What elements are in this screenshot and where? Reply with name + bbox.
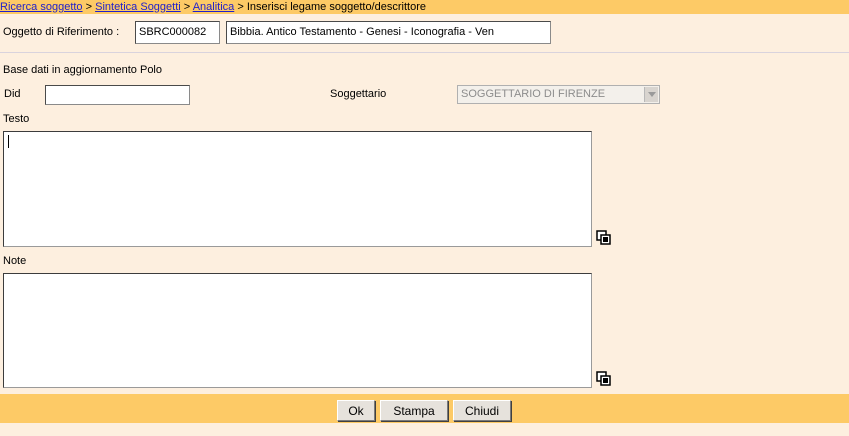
breadcrumb-link-sintetica-soggetti[interactable]: Sintetica Soggetti	[95, 1, 181, 13]
note-label: Note	[3, 255, 27, 267]
copy-icon[interactable]	[596, 371, 612, 387]
reference-label: Oggetto di Riferimento :	[3, 26, 120, 38]
chevron-down-icon[interactable]	[644, 87, 658, 102]
soggettario-select[interactable]: SOGGETTARIO DI FIRENZE	[457, 85, 660, 104]
did-label: Did	[4, 88, 21, 100]
testo-textarea[interactable]	[3, 131, 592, 247]
reference-row: Oggetto di Riferimento : SBRC000082 Bibb…	[0, 14, 849, 53]
did-input[interactable]	[45, 85, 190, 105]
reference-code-field[interactable]: SBRC000082	[135, 21, 220, 44]
breadcrumb-separator: >	[237, 1, 244, 13]
text-caret	[8, 135, 9, 148]
soggettario-select-value: SOGGETTARIO DI FIRENZE	[461, 88, 606, 100]
reference-description-field[interactable]: Bibbia. Antico Testamento - Genesi - Ico…	[226, 21, 551, 44]
stampa-button[interactable]: Stampa	[380, 400, 448, 421]
ok-button[interactable]: Ok	[337, 400, 375, 421]
soggettario-label: Soggettario	[330, 88, 387, 100]
breadcrumb-link-ricerca-soggetto[interactable]: Ricerca soggetto	[0, 1, 83, 13]
button-bar: Ok Stampa Chiudi	[0, 394, 849, 423]
chiudi-button[interactable]: Chiudi	[453, 400, 511, 421]
testo-label: Testo	[3, 113, 30, 125]
note-textarea[interactable]	[3, 273, 592, 388]
breadcrumb: Ricerca soggetto > Sintetica Soggetti > …	[0, 0, 849, 14]
breadcrumb-separator: >	[183, 1, 191, 13]
breadcrumb-current: Inserisci legame soggetto/descrittore	[246, 1, 426, 13]
copy-icon[interactable]	[596, 230, 612, 246]
breadcrumb-link-analitica[interactable]: Analitica	[193, 1, 235, 13]
breadcrumb-separator: >	[85, 1, 93, 13]
section-title: Base dati in aggiornamento Polo	[3, 64, 162, 76]
